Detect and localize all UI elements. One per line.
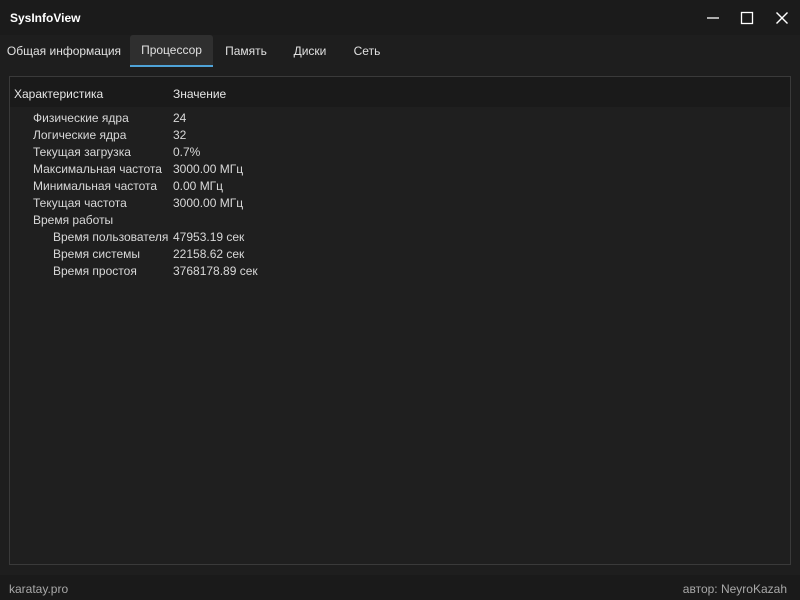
row-key: Максимальная частота: [33, 162, 162, 176]
tree-row[interactable]: Максимальная частота 3000.00 МГц: [10, 160, 790, 177]
row-key: Время пользователя: [53, 230, 169, 244]
column-header-key[interactable]: Характеристика: [14, 87, 103, 101]
maximize-icon: [740, 11, 754, 24]
row-key: Время системы: [53, 247, 141, 261]
tab-bar: Общая информация Процессор Память Диски …: [0, 35, 800, 68]
close-icon: [776, 11, 788, 24]
tree-row[interactable]: Время простоя 3768178.89 сек: [10, 262, 790, 279]
row-value: 22158.62 сек: [173, 247, 245, 261]
tree-row[interactable]: Логические ядра 32: [10, 126, 790, 143]
tab-network[interactable]: Сеть: [344, 35, 390, 67]
row-key: Время работы: [33, 213, 114, 227]
row-value: 3768178.89 сек: [173, 264, 258, 278]
minimize-icon: [707, 16, 719, 19]
close-button[interactable]: [764, 0, 800, 35]
tree-row[interactable]: Время системы 22158.62 сек: [10, 245, 790, 262]
row-key: Минимальная частота: [33, 179, 158, 193]
site-label: karatay.pro: [9, 582, 69, 596]
row-key: Время простоя: [53, 264, 137, 278]
row-key: Физические ядра: [33, 111, 129, 125]
row-value: 0.7%: [173, 145, 201, 159]
column-header-value[interactable]: Значение: [173, 87, 226, 101]
tree-header: Характеристика Значение: [10, 77, 790, 107]
row-value: 24: [173, 111, 187, 125]
row-key: Текущая частота: [33, 196, 127, 210]
tree-row[interactable]: Текущая частота 3000.00 МГц: [10, 194, 790, 211]
tab-disks[interactable]: Диски: [284, 35, 336, 67]
processor-info-tree[interactable]: Характеристика Значение Физические ядра …: [9, 76, 791, 565]
author-label: автор: NeyroKazah: [682, 582, 787, 596]
row-value: 0.00 МГц: [173, 179, 224, 193]
tree-row[interactable]: Физические ядра 24: [10, 109, 790, 126]
row-key: Текущая загрузка: [33, 145, 131, 159]
app-window: SysInfoView Общая информация Процессор П…: [0, 0, 800, 600]
tree-row[interactable]: Текущая загрузка 0.7%: [10, 143, 790, 160]
tab-memory[interactable]: Память: [218, 35, 274, 67]
maximize-button[interactable]: [729, 0, 765, 35]
row-value: 3000.00 МГц: [173, 162, 244, 176]
tree-row-group[interactable]: Время работы: [10, 211, 790, 228]
tree-row[interactable]: Минимальная частота 0.00 МГц: [10, 177, 790, 194]
tab-processor[interactable]: Процессор: [130, 35, 213, 67]
minimize-button[interactable]: [695, 0, 731, 35]
tab-general[interactable]: Общая информация: [6, 35, 122, 67]
tree-row[interactable]: Время пользователя 47953.19 сек: [10, 228, 790, 245]
status-bar: karatay.pro автор: NeyroKazah: [0, 575, 800, 600]
title-bar[interactable]: SysInfoView: [0, 0, 800, 35]
app-title: SysInfoView: [10, 11, 81, 25]
tree-rows: Физические ядра 24 Логические ядра 32 Те…: [10, 109, 790, 279]
row-value: 47953.19 сек: [173, 230, 245, 244]
row-value: 32: [173, 128, 187, 142]
row-value: 3000.00 МГц: [173, 196, 244, 210]
row-key: Логические ядра: [33, 128, 127, 142]
